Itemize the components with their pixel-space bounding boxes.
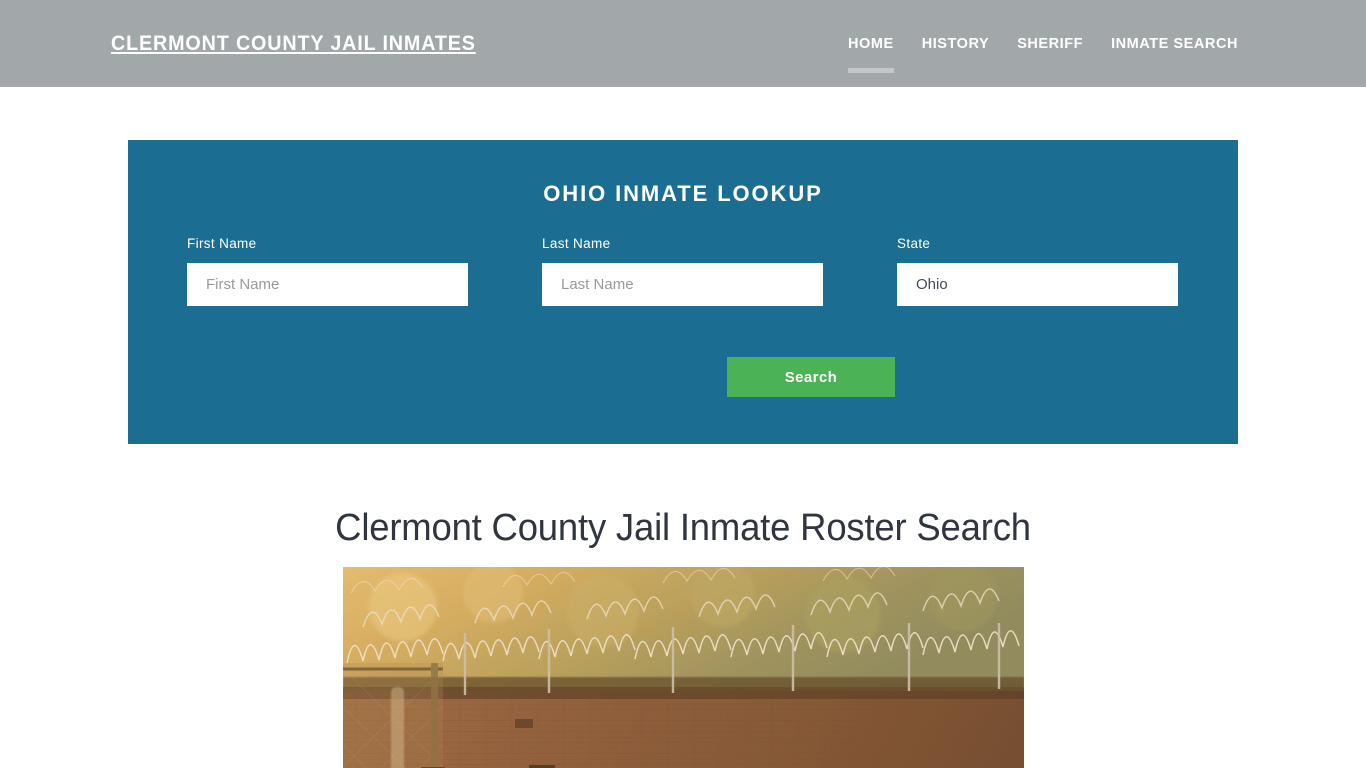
state-label: State [897,236,931,251]
last-name-label: Last Name [542,236,611,251]
nav-item-inmate-search[interactable]: INMATE SEARCH [1097,0,1252,52]
last-name-field-group: Last Name [542,236,823,306]
search-button[interactable]: Search [727,357,895,397]
state-select[interactable]: Ohio [897,263,1178,306]
first-name-label: First Name [187,236,257,251]
site-header: CLERMONT COUNTY JAIL INMATES HOME HISTOR… [0,0,1366,87]
jail-photo-illustration: CLERMONT COUNTY JAIL ESTABLISHED 1801 CL… [343,567,1024,768]
nav-item-home[interactable]: HOME [834,0,908,52]
state-field-group: State Ohio [897,236,1178,306]
page-title: Clermont County Jail Inmate Roster Searc… [335,507,1031,549]
last-name-input[interactable] [542,263,823,306]
lookup-panel-title: OHIO INMATE LOOKUP [543,181,823,206]
nav-item-history[interactable]: HISTORY [908,0,1004,52]
jail-photo: CLERMONT COUNTY JAIL ESTABLISHED 1801 CL… [343,567,1024,768]
main-navigation: HOME HISTORY SHERIFF INMATE SEARCH [834,0,1252,87]
first-name-field-group: First Name [187,236,468,306]
lookup-fields-row: First Name Last Name State Ohio [128,236,1238,352]
nav-item-sheriff[interactable]: SHERIFF [1003,0,1097,52]
site-brand-logo[interactable]: CLERMONT COUNTY JAIL INMATES [111,31,476,57]
first-name-input[interactable] [187,263,468,306]
inmate-lookup-panel: OHIO INMATE LOOKUP First Name Last Name … [128,140,1238,444]
